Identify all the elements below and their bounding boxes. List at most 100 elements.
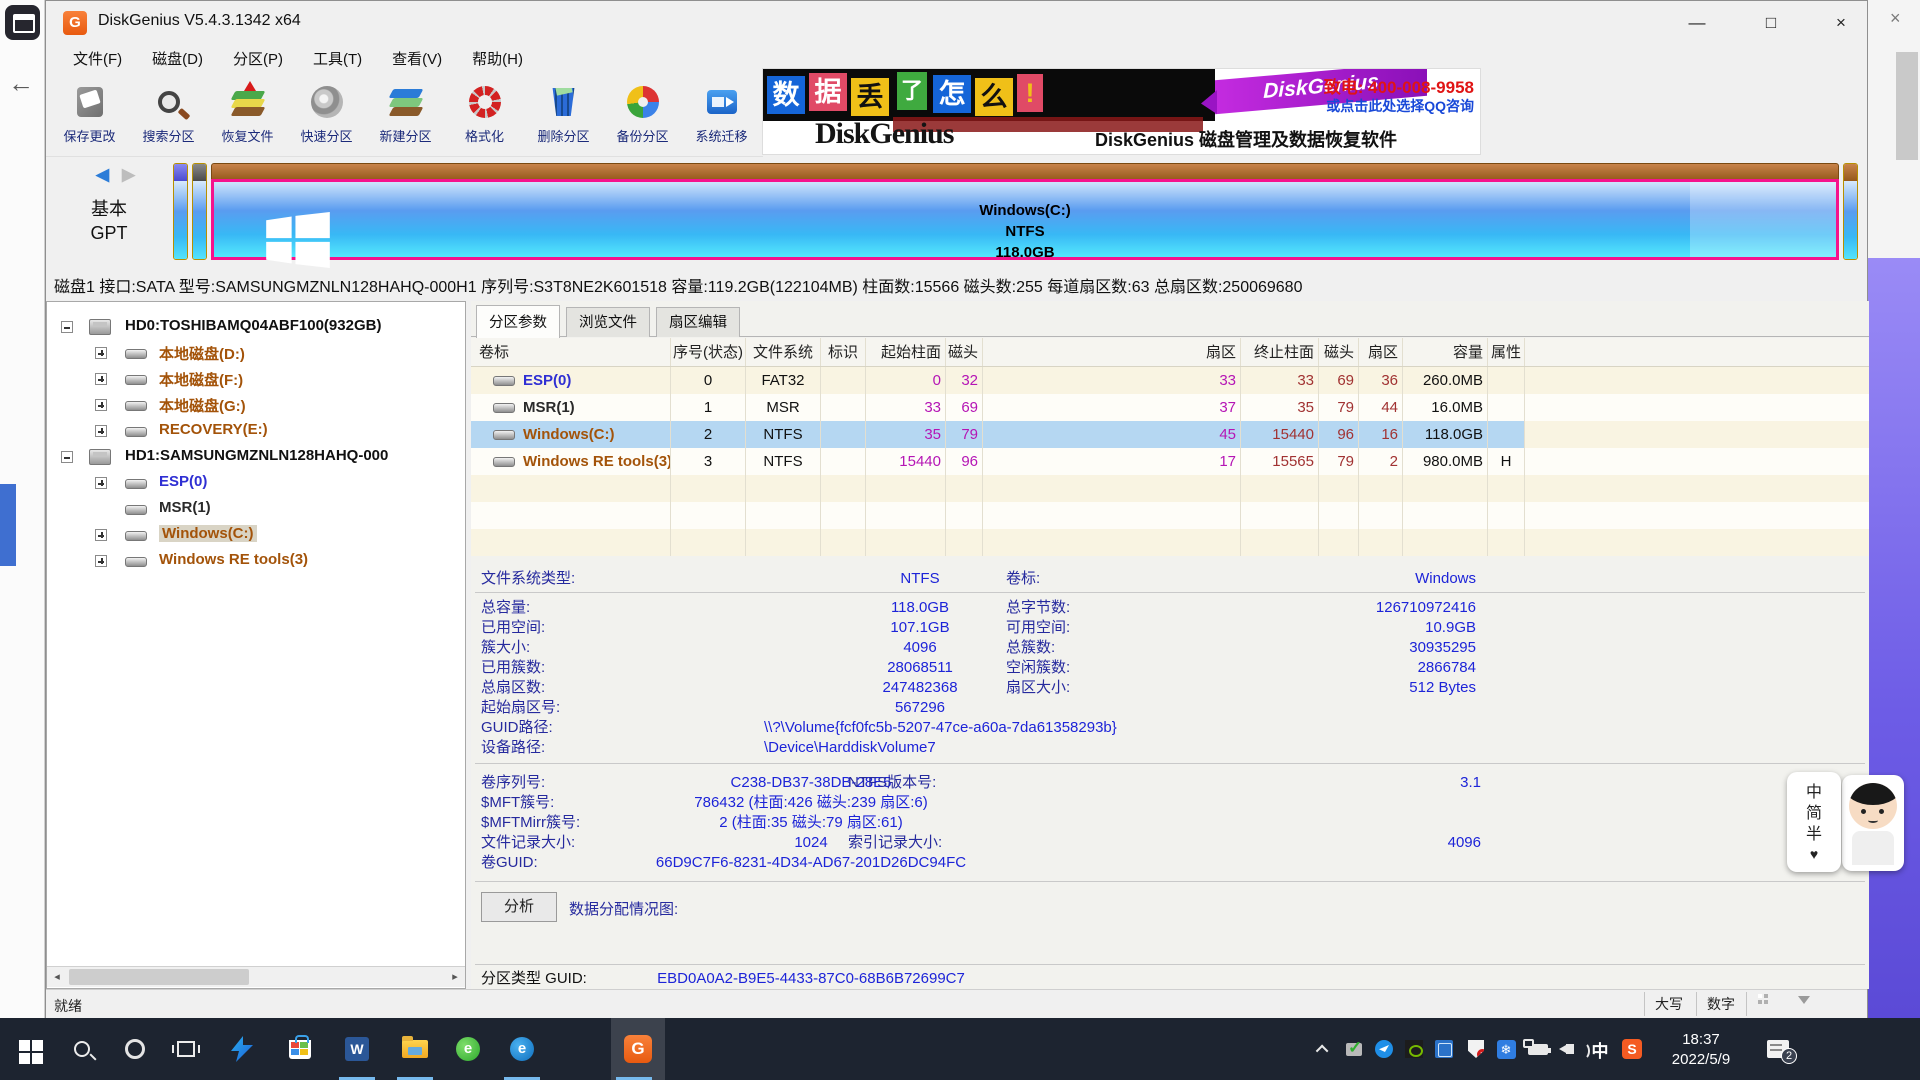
taskbar-app-word[interactable]: W	[334, 1018, 380, 1080]
tree-item-esp[interactable]: ESP(0)	[47, 470, 465, 496]
header-flag[interactable]: 标识	[821, 338, 866, 366]
header-volume[interactable]: 卷标	[471, 338, 671, 366]
tray-icon-power[interactable]	[1523, 1018, 1553, 1080]
tree-item-msr[interactable]: MSR(1)	[47, 496, 465, 522]
tree-item-recovery-e[interactable]: RECOVERY(E:)	[47, 418, 465, 444]
table-row-esp[interactable]: ESP(0) 0 FAT32 0 32 33 33 69 36 260.0MB	[471, 367, 1869, 394]
start-button[interactable]	[5, 1018, 51, 1080]
tab-browse-files[interactable]: 浏览文件	[566, 307, 650, 337]
expand-icon[interactable]	[95, 425, 107, 437]
separator	[475, 881, 1865, 882]
search-partition-button[interactable]: 搜索分区	[129, 75, 208, 155]
tray-icon-intel[interactable]	[1429, 1018, 1459, 1080]
menu-view[interactable]: 查看(V)	[377, 45, 457, 75]
close-button[interactable]: ×	[1818, 9, 1864, 37]
tray-icon-nvidia[interactable]	[1399, 1018, 1429, 1080]
tree-horizontal-scrollbar[interactable]: ◂ ▸	[47, 966, 465, 987]
taskbar-app-explorer[interactable]	[392, 1018, 438, 1080]
tray-icon-messenger[interactable]	[1369, 1018, 1399, 1080]
tray-icon-update[interactable]	[1339, 1018, 1369, 1080]
expand-icon[interactable]	[95, 555, 107, 567]
taskbar-app-lightning[interactable]	[219, 1018, 265, 1080]
expand-icon[interactable]	[95, 399, 107, 411]
header-start-sector[interactable]: 扇区	[983, 338, 1241, 366]
header-attr[interactable]: 属性	[1488, 338, 1525, 366]
taskbar-app-store[interactable]	[277, 1018, 323, 1080]
tab-partition-params[interactable]: 分区参数	[476, 305, 560, 338]
table-row-re-tools[interactable]: Windows RE tools(3) 3 NTFS 15440 96 17 1…	[471, 448, 1869, 475]
back-arrow-icon[interactable]: ←	[8, 68, 34, 99]
sogou-status-widget[interactable]: 中 简 半 ♥	[1787, 772, 1841, 872]
partition-bar-windows-c[interactable]: Windows(C:) NTFS 118.0GB	[211, 163, 1839, 260]
expand-icon[interactable]	[95, 347, 107, 359]
tree-item-local-g[interactable]: 本地磁盘(G:)	[47, 392, 465, 418]
tree-item-local-f[interactable]: 本地磁盘(F:)	[47, 366, 465, 392]
expand-icon[interactable]	[95, 529, 107, 541]
partition-bar-re-tools[interactable]	[1843, 163, 1858, 260]
task-view-button[interactable]	[163, 1018, 209, 1080]
menu-partition[interactable]: 分区(P)	[218, 45, 298, 75]
format-button[interactable]: 格式化	[445, 75, 524, 155]
tree-item-hd0[interactable]: HD0:TOSHIBAMQ04ABF100(932GB)	[47, 314, 465, 340]
background-app-icon[interactable]	[5, 5, 40, 40]
table-row-msr[interactable]: MSR(1) 1 MSR 33 69 37 35 79 44 16.0MB	[471, 394, 1869, 421]
new-partition-button[interactable]: 新建分区	[366, 75, 445, 155]
collapse-icon[interactable]	[61, 321, 73, 333]
partition-bar-msr[interactable]	[192, 163, 207, 260]
cortana-button[interactable]	[112, 1018, 158, 1080]
system-migration-button[interactable]: 系统迁移	[682, 75, 761, 155]
menu-tools[interactable]: 工具(T)	[298, 45, 377, 75]
banner-ad[interactable]: 数 据 丢 了 怎 么 ! DiskGenius 致电: 400-008-995…	[763, 69, 1480, 154]
tree-item-hd1[interactable]: HD1:SAMSUNGMZNLN128HAHQ-000	[47, 444, 465, 470]
header-fs[interactable]: 文件系统	[746, 338, 821, 366]
header-start-head[interactable]: 磁头	[946, 338, 983, 366]
backup-partition-button[interactable]: 备份分区	[603, 75, 682, 155]
tree-item-windows-c[interactable]: Windows(C:)	[47, 522, 465, 548]
minimize-button[interactable]: —	[1674, 9, 1720, 37]
resize-grip[interactable]	[1758, 1000, 1762, 1004]
background-scrollbar[interactable]	[1896, 52, 1918, 160]
tray-icon-sogou[interactable]: S	[1617, 1018, 1647, 1080]
tray-icon-security[interactable]	[1461, 1018, 1491, 1080]
tray-icon-snowflake[interactable]: ❄	[1491, 1018, 1521, 1080]
tray-expand-button[interactable]	[1308, 1018, 1338, 1080]
taskbar-app-ie[interactable]: e	[445, 1018, 491, 1080]
scroll-left-arrow-icon[interactable]: ◂	[47, 967, 67, 987]
tray-icon-volume[interactable]	[1555, 1018, 1585, 1080]
banner-qq-link[interactable]: 或点击此处选择QQ咨询	[1326, 96, 1474, 116]
scroll-right-arrow-icon[interactable]: ▸	[445, 967, 465, 987]
header-start-cyl[interactable]: 起始柱面	[866, 338, 946, 366]
scrollbar-thumb[interactable]	[69, 969, 249, 985]
expand-icon[interactable]	[95, 373, 107, 385]
taskbar-clock[interactable]: 18:37 2022/5/9	[1660, 1018, 1742, 1080]
quick-partition-button[interactable]: 快速分区	[287, 75, 366, 155]
background-close-icon[interactable]: ×	[1890, 8, 1901, 29]
expand-icon[interactable]	[95, 477, 107, 489]
taskbar-app-diskgenius[interactable]: G	[611, 1018, 665, 1080]
header-end-cyl[interactable]: 终止柱面	[1241, 338, 1319, 366]
delete-partition-button[interactable]: 删除分区	[524, 75, 603, 155]
table-row-windows-c[interactable]: Windows(C:) 2 NTFS 35 79 45 15440 96 16 …	[471, 421, 1869, 448]
header-seq[interactable]: 序号(状态)	[671, 338, 746, 366]
next-disk-arrow-icon[interactable]: ▶	[122, 165, 135, 185]
analyze-button[interactable]: 分析	[481, 892, 557, 922]
recover-files-button[interactable]: 恢复文件	[208, 75, 287, 155]
tray-icon-ime[interactable]: 中	[1585, 1018, 1615, 1080]
header-capacity[interactable]: 容量	[1403, 338, 1488, 366]
header-end-head[interactable]: 磁头	[1319, 338, 1359, 366]
menu-disk[interactable]: 磁盘(D)	[137, 45, 218, 75]
partition-bar-esp[interactable]	[173, 163, 188, 260]
prev-disk-arrow-icon[interactable]: ◀	[96, 165, 109, 185]
taskbar-app-edge[interactable]: e	[499, 1018, 545, 1080]
tab-sector-edit[interactable]: 扇区编辑	[656, 307, 740, 337]
taskbar-search-button[interactable]	[59, 1018, 105, 1080]
collapse-icon[interactable]	[61, 451, 73, 463]
action-center-button[interactable]: 2	[1763, 1018, 1793, 1080]
menu-file[interactable]: 文件(F)	[58, 45, 137, 75]
tree-item-local-d[interactable]: 本地磁盘(D:)	[47, 340, 465, 366]
tree-item-re-tools[interactable]: Windows RE tools(3)	[47, 548, 465, 574]
header-end-sector[interactable]: 扇区	[1359, 338, 1403, 366]
save-changes-button[interactable]: 保存更改	[50, 75, 129, 155]
maximize-button[interactable]: □	[1748, 9, 1794, 37]
menu-help[interactable]: 帮助(H)	[457, 45, 538, 75]
